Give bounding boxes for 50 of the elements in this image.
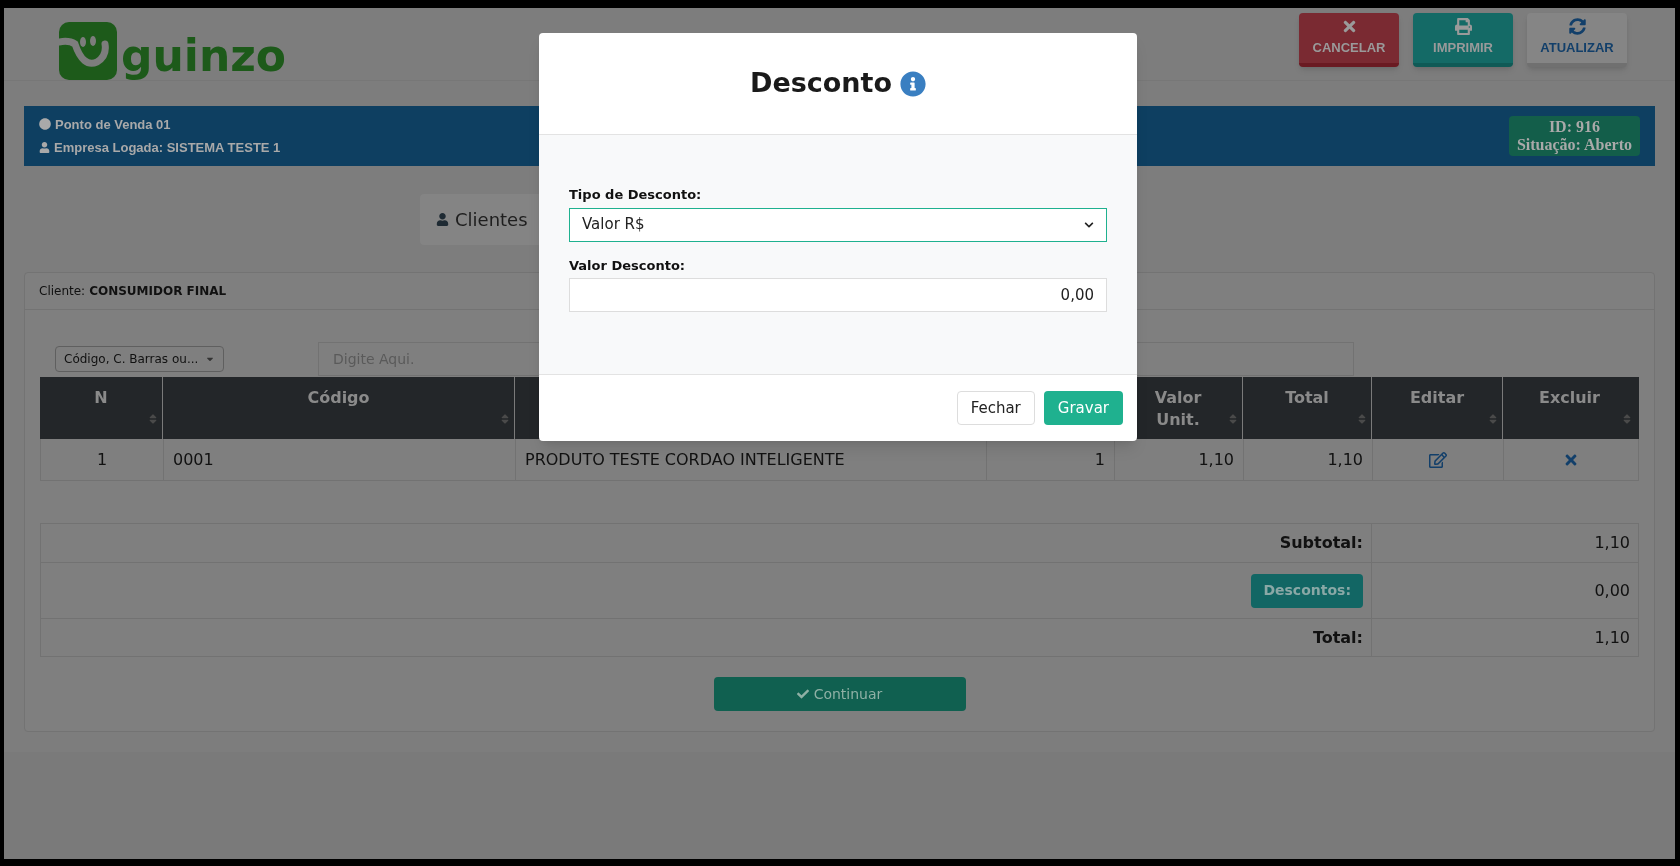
terminal-name: Ponto de Venda 01 bbox=[55, 115, 171, 134]
dialog-title: Desconto bbox=[750, 66, 892, 101]
cancel-button[interactable]: CANCELAR bbox=[1299, 13, 1399, 67]
refresh-icon bbox=[1568, 18, 1586, 36]
table-cell-text: 1,10 bbox=[1326, 448, 1363, 471]
print-button[interactable]: IMPRIMIR bbox=[1413, 13, 1513, 67]
client-label: Cliente: bbox=[39, 283, 86, 300]
order-status: Situação: Aberto bbox=[1516, 136, 1632, 154]
edit-icon[interactable] bbox=[1429, 450, 1447, 469]
printer-icon bbox=[1454, 18, 1472, 36]
client-name: CONSUMIDOR FINAL bbox=[89, 283, 227, 300]
discount-type-select[interactable]: Valor R$ bbox=[569, 207, 1107, 242]
check-icon bbox=[796, 688, 809, 700]
total-value: 1,10 bbox=[1594, 532, 1630, 554]
user-icon bbox=[436, 212, 449, 226]
column-header[interactable]: Excluir bbox=[1503, 377, 1636, 439]
continue-button[interactable]: Continuar bbox=[713, 677, 966, 711]
total-value: 0,00 bbox=[1594, 579, 1630, 602]
table-cell-text: 1 bbox=[1093, 448, 1105, 471]
field-label: Valor Desconto: bbox=[569, 256, 687, 275]
column-header[interactable]: Editar bbox=[1372, 377, 1503, 439]
sort-icon bbox=[148, 413, 158, 425]
logo-text: guinzo bbox=[121, 34, 287, 78]
column-header[interactable]: Código bbox=[163, 377, 515, 439]
table-cell-text: 0001 bbox=[173, 448, 215, 471]
table-cell-text: 1,10 bbox=[1197, 448, 1234, 471]
order-id: ID: 916 bbox=[1548, 118, 1600, 136]
sort-icon bbox=[1357, 413, 1367, 425]
total-value: 1,10 bbox=[1594, 626, 1630, 649]
sort-icon bbox=[1228, 413, 1238, 425]
table-cell-text: PRODUTO TESTE CORDAO INTELIGENTE bbox=[525, 448, 846, 471]
close-button[interactable]: Fechar bbox=[956, 391, 1035, 425]
company-name: Empresa Logada: SISTEMA TESTE 1 bbox=[54, 139, 281, 157]
sort-icon bbox=[1622, 413, 1632, 425]
column-header[interactable]: Total bbox=[1243, 377, 1372, 439]
sort-icon bbox=[500, 413, 510, 425]
search-mode-select[interactable]: Código, C. Barras ou... bbox=[55, 345, 224, 372]
discount-value-field[interactable]: 0,00 bbox=[569, 278, 1107, 312]
column-header[interactable]: N bbox=[40, 377, 163, 439]
save-button[interactable]: Gravar bbox=[1043, 391, 1123, 425]
sort-icon bbox=[1488, 413, 1498, 425]
info-icon bbox=[900, 70, 926, 97]
total-label: Total: bbox=[1312, 626, 1363, 649]
chevron-down-icon bbox=[1084, 219, 1094, 230]
table-cell-text: 1 bbox=[95, 448, 109, 471]
user-icon bbox=[39, 142, 50, 154]
refresh-button[interactable]: ATUALIZAR bbox=[1527, 13, 1627, 67]
field-label: Tipo de Desconto: bbox=[569, 186, 703, 204]
discounts-button[interactable]: Descontos: bbox=[1251, 573, 1363, 608]
total-label: Subtotal: bbox=[1279, 532, 1363, 554]
